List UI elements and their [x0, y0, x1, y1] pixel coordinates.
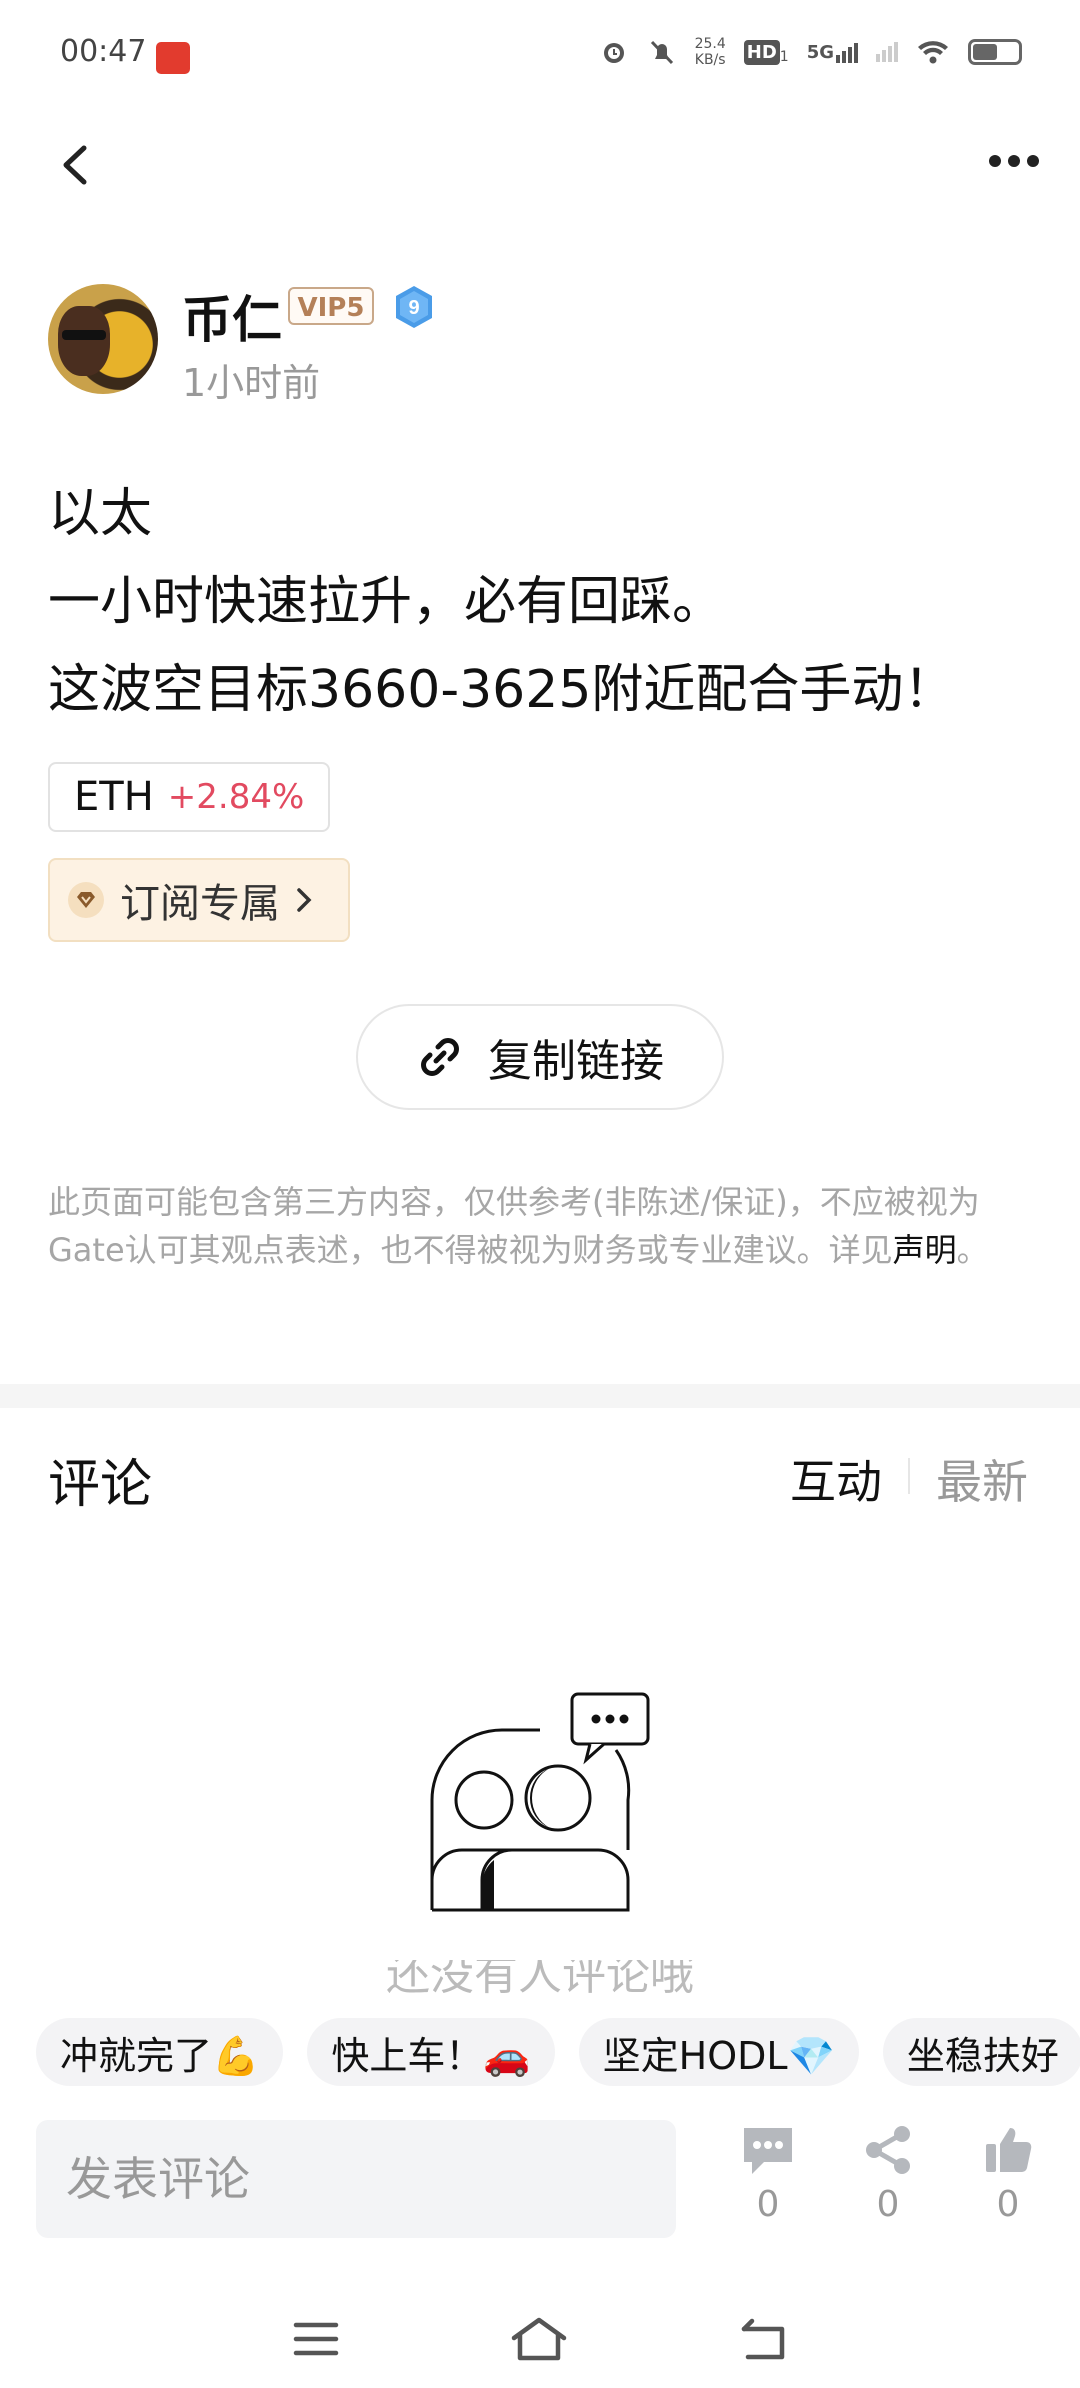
- copy-link-label: 复制链接: [488, 1036, 664, 1087]
- disclaimer-text: 此页面可能包含第三方内容，仅供参考(非陈述/保证)，不应被视为Gate认可其观点…: [48, 1183, 980, 1269]
- author-name[interactable]: 币仁: [182, 280, 282, 352]
- notification-app-icon: [156, 42, 190, 74]
- menu-icon[interactable]: [292, 2319, 340, 2359]
- post-time: 1小时前: [182, 361, 321, 405]
- empty-comments-illustration-icon: [430, 1692, 650, 1912]
- chevron-right-icon: [297, 888, 312, 912]
- status-time: 00:47: [60, 34, 147, 69]
- comment-bubble-icon: [744, 2128, 792, 2174]
- sort-latest-tab[interactable]: 最新: [936, 1446, 1028, 1512]
- quick-reply-chip[interactable]: 坐稳扶好: [882, 2018, 1080, 2086]
- alarm-icon: [603, 43, 624, 63]
- battery-icon: [968, 39, 1022, 65]
- coin-change: +2.84%: [167, 777, 305, 817]
- mute-bell-icon: [650, 40, 673, 65]
- disclaimer: 此页面可能包含第三方内容，仅供参考(非陈述/保证)，不应被视为Gate认可其观点…: [48, 1178, 1038, 1274]
- wifi-icon: [918, 41, 948, 64]
- status-icons: 25.4 KB/s HD 1 5G: [599, 36, 1022, 68]
- vip-badge: VIP5: [288, 287, 374, 325]
- signal-bars-icon: [876, 42, 898, 62]
- comment-input-box[interactable]: [36, 2120, 676, 2238]
- coin-symbol: ETH: [74, 774, 154, 820]
- subscribe-tag[interactable]: 订阅专属: [48, 858, 350, 942]
- post-line: 这波空目标3660-3625附近配合手动！: [48, 660, 956, 720]
- post-body: 以太 一小时快速拉升，必有回踩。 这波空目标3660-3625附近配合手动！: [48, 470, 1048, 734]
- comment-count: 0: [756, 2184, 780, 2225]
- section-divider: [0, 1384, 1080, 1408]
- diamond-icon: [68, 882, 104, 918]
- copy-link-button[interactable]: 复制链接: [356, 1004, 724, 1110]
- disclaimer-end: 。: [956, 1231, 989, 1269]
- share-icon: [866, 2126, 910, 2174]
- sort-interactive-tab[interactable]: 互动: [790, 1446, 882, 1512]
- disclaimer-link[interactable]: 声明: [893, 1231, 957, 1269]
- level-number: 9: [408, 297, 419, 319]
- post-line: 以太: [48, 484, 153, 544]
- subscribe-label: 订阅专属: [120, 881, 280, 927]
- avatar[interactable]: [48, 284, 158, 394]
- link-icon: [421, 1038, 459, 1076]
- net-speed: 25.4 KB/s: [694, 36, 726, 68]
- share-count: 0: [876, 2184, 900, 2225]
- hd-icon: HD 1: [743, 39, 789, 65]
- comment-action[interactable]: 0: [728, 2124, 808, 2225]
- more-dots-icon[interactable]: [988, 154, 1040, 168]
- quick-reply-chip[interactable]: 坚定HODL💎: [578, 2018, 859, 2086]
- like-action[interactable]: 0: [968, 2124, 1048, 2225]
- like-count: 0: [996, 2184, 1020, 2225]
- sort-divider: [908, 1458, 910, 1494]
- system-nav-bar: [0, 2290, 1080, 2388]
- post-line: 一小时快速拉升，必有回踩。: [48, 572, 725, 632]
- share-action[interactable]: 0: [848, 2124, 928, 2225]
- quick-reply-row: 冲就完了💪 快上车！🚗 坚定HODL💎 坐稳扶好: [36, 2018, 1080, 2086]
- home-icon[interactable]: [510, 2316, 568, 2362]
- back-chevron-icon[interactable]: [56, 140, 96, 190]
- coin-tag[interactable]: ETH +2.84%: [48, 762, 331, 832]
- quick-reply-chip[interactable]: 冲就完了💪: [36, 2018, 284, 2086]
- level-badge-icon: 9: [396, 286, 432, 328]
- comment-input[interactable]: [64, 2151, 648, 2207]
- return-icon[interactable]: [738, 2317, 788, 2361]
- empty-comments-text: 还没有人评论哦: [386, 1960, 694, 1996]
- signal-5g-icon: 5G: [807, 42, 858, 63]
- thumbs-up-icon: [986, 2128, 1032, 2172]
- comments-title: 评论: [48, 1455, 153, 1515]
- quick-reply-chip[interactable]: 快上车！🚗: [307, 2018, 555, 2086]
